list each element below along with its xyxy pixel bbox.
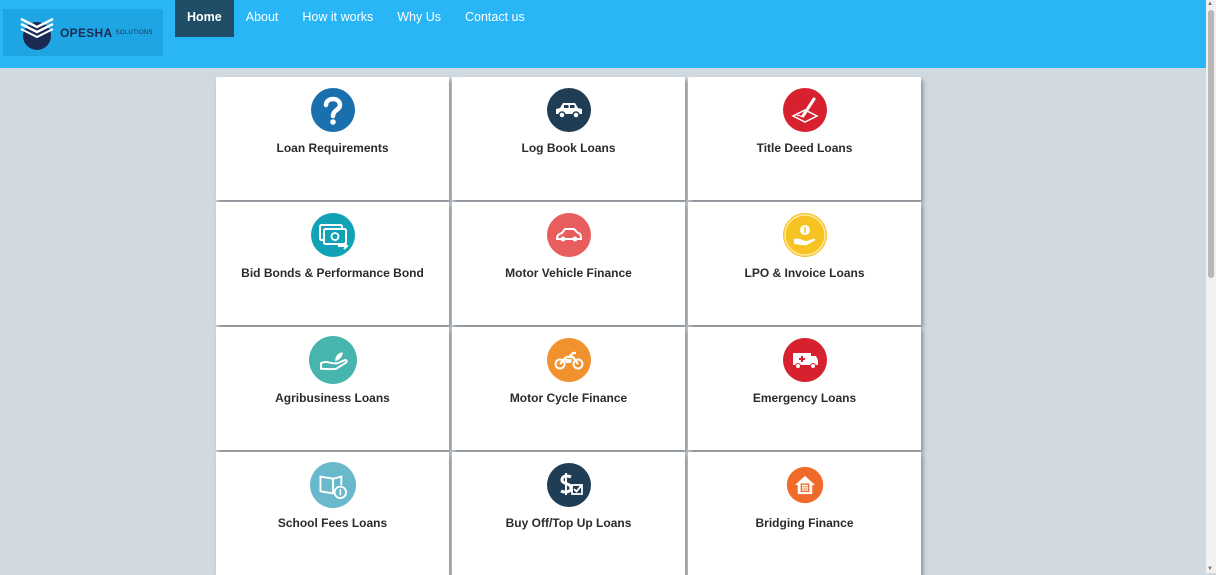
card-lpo-invoice-loans[interactable]: LPO & Invoice Loans	[688, 202, 921, 325]
card-label: Motor Vehicle Finance	[505, 266, 632, 280]
card-label: Title Deed Loans	[756, 141, 853, 155]
site-header: OPESHA SOLUTIONS Home About How it works…	[0, 0, 1206, 68]
hand-coin-icon	[782, 213, 827, 257]
nav-how-it-works[interactable]: How it works	[290, 0, 385, 37]
hand-sprout-icon	[308, 336, 357, 384]
card-label: Motor Cycle Finance	[509, 391, 628, 405]
card-motor-cycle-finance[interactable]: Motor Cycle Finance	[452, 327, 685, 450]
ambulance-icon	[782, 338, 827, 382]
car-icon	[546, 213, 591, 257]
motorcycle-icon	[546, 338, 591, 382]
services-grid: Loan Requirements Log Book Loans Title D…	[216, 77, 921, 575]
question-icon	[310, 88, 355, 132]
card-label: Bid Bonds & Performance Bond	[241, 266, 424, 280]
card-label: LPO & Invoice Loans	[744, 266, 865, 280]
nav-why-us[interactable]: Why Us	[385, 0, 453, 37]
card-motor-vehicle-finance[interactable]: Motor Vehicle Finance	[452, 202, 685, 325]
card-label: Agribusiness Loans	[275, 391, 390, 405]
card-label: Log Book Loans	[521, 141, 616, 155]
card-label: Buy Off/Top Up Loans	[505, 516, 632, 530]
logo-mark-icon	[20, 17, 54, 50]
signature-icon	[782, 88, 827, 132]
card-log-book-loans[interactable]: Log Book Loans	[452, 77, 685, 200]
dollar-check-icon	[546, 463, 591, 507]
money-transfer-icon	[310, 213, 355, 257]
brand-subtitle: SOLUTIONS	[115, 29, 153, 36]
page-scrollbar[interactable]: ▲ ▼	[1206, 0, 1216, 573]
house-icon	[784, 465, 825, 505]
main-nav: Home About How it works Why Us Contact u…	[175, 0, 537, 37]
card-title-deed-loans[interactable]: Title Deed Loans	[688, 77, 921, 200]
scroll-thumb[interactable]	[1208, 10, 1214, 278]
nav-home[interactable]: Home	[175, 0, 234, 37]
brand-logo[interactable]: OPESHA SOLUTIONS	[3, 9, 163, 56]
card-label: Bridging Finance	[755, 516, 854, 530]
card-emergency-loans[interactable]: Emergency Loans	[688, 327, 921, 450]
card-loan-requirements[interactable]: Loan Requirements	[216, 77, 449, 200]
book-coin-icon	[309, 462, 356, 508]
card-label: School Fees Loans	[277, 516, 388, 530]
brand-name: OPESHA	[60, 25, 113, 40]
card-buy-off-top-up-loans[interactable]: Buy Off/Top Up Loans	[452, 452, 685, 575]
card-label: Emergency Loans	[752, 391, 857, 405]
card-bid-bonds[interactable]: Bid Bonds & Performance Bond	[216, 202, 449, 325]
car-icon	[546, 88, 591, 132]
nav-contact-us[interactable]: Contact us	[453, 0, 537, 37]
card-school-fees-loans[interactable]: School Fees Loans	[216, 452, 449, 575]
card-label: Loan Requirements	[276, 141, 389, 155]
card-bridging-finance[interactable]: Bridging Finance	[688, 452, 921, 575]
card-agribusiness-loans[interactable]: Agribusiness Loans	[216, 327, 449, 450]
scroll-up-icon[interactable]: ▲	[1207, 1, 1213, 7]
nav-about[interactable]: About	[234, 0, 291, 37]
scroll-down-icon[interactable]: ▼	[1207, 566, 1213, 572]
